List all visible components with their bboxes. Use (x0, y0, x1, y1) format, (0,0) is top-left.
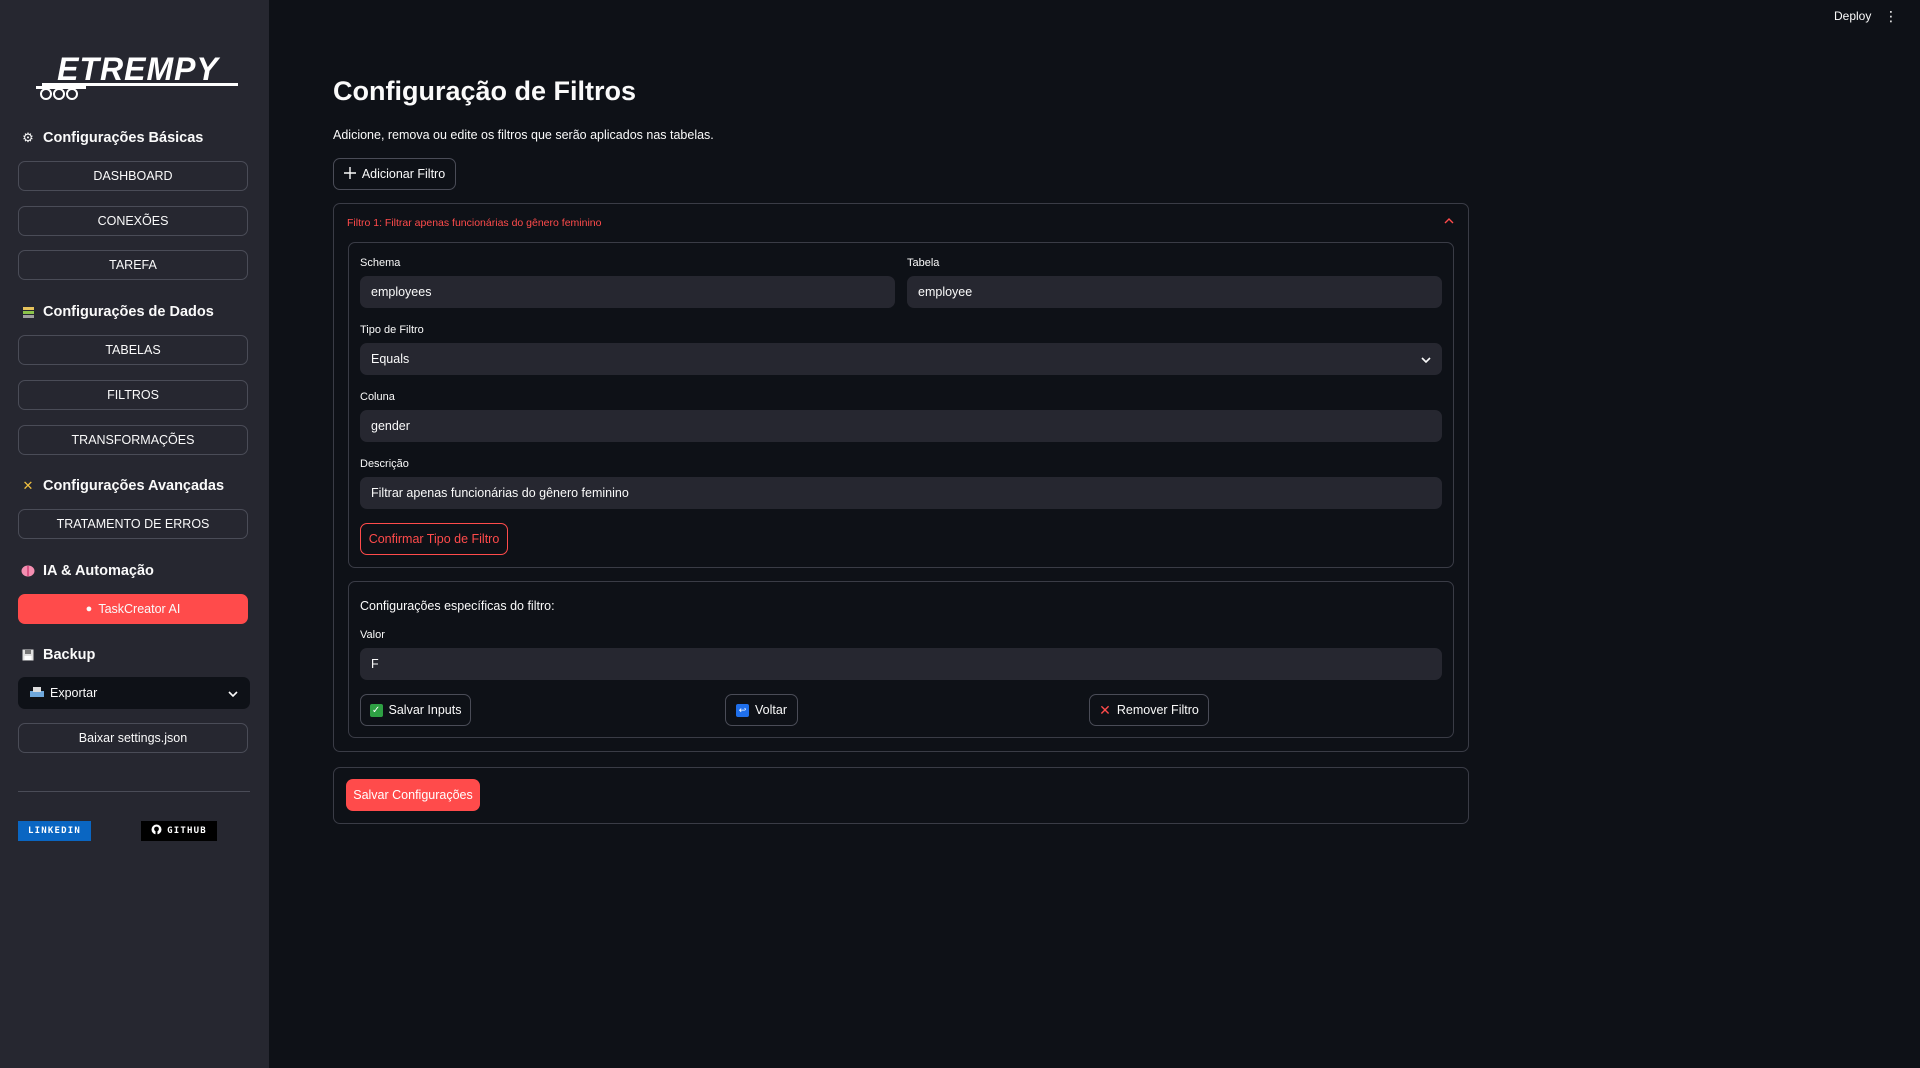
gear-icon: ⚙ (22, 130, 34, 145)
filter-expander-header[interactable]: Filtro 1: Filtrar apenas funcionárias do… (347, 217, 601, 229)
specific-config-title: Configurações específicas do filtro: (360, 599, 555, 613)
brain-icon (20, 563, 36, 579)
robot-icon: ● (85, 603, 93, 615)
sidebar-divider (18, 791, 250, 792)
tratamento-erros-button[interactable]: TRATAMENTO DE ERROS (18, 509, 248, 539)
baixar-settings-button[interactable]: Baixar settings.json (18, 723, 248, 753)
svg-text:ETREMPY: ETREMPY (57, 52, 220, 87)
remover-filtro-button[interactable]: ✕ Remover Filtro (1089, 694, 1209, 726)
export-select[interactable]: Exportar (18, 677, 250, 709)
linkedin-badge[interactable]: LINKEDIN (18, 821, 91, 841)
database-icon (20, 304, 36, 320)
taskcreator-ai-button[interactable]: ● TaskCreator AI (18, 594, 248, 624)
coluna-input[interactable]: gender (360, 410, 1442, 442)
deploy-button[interactable]: Deploy (1834, 9, 1871, 23)
sidebar: ETREMPY ⚙ Configurações Básicas DASHBOAR… (0, 0, 269, 1068)
github-badge[interactable]: GITHUB (141, 821, 217, 841)
kebab-icon[interactable]: ⋮ (1884, 8, 1898, 25)
schema-input[interactable]: employees (360, 276, 895, 308)
salvar-configuracoes-button[interactable]: Salvar Configurações (346, 779, 480, 811)
save-config-box: Salvar Configurações (333, 767, 1469, 824)
tipo-filtro-select[interactable]: Equals (360, 343, 1442, 375)
tabela-input[interactable]: employee (907, 276, 1442, 308)
filtros-button[interactable]: FILTROS (18, 380, 248, 410)
back-arrow-icon: ↩ (736, 703, 750, 717)
chevron-down-icon (1421, 352, 1431, 366)
inbox-icon (30, 686, 44, 700)
filter-form-box: Schema employees Tabela employee Tipo de… (348, 242, 1454, 568)
chevron-down-icon (228, 686, 238, 700)
plus-icon (343, 166, 356, 182)
valor-input[interactable]: F (360, 648, 1442, 680)
floppy-icon (20, 647, 36, 663)
section-ia-automacao: IA & Automação (20, 560, 154, 582)
descricao-label: Descrição (360, 458, 409, 470)
github-icon (151, 824, 162, 838)
section-configuracoes-dados: Configurações de Dados (20, 301, 214, 323)
tipo-filtro-label: Tipo de Filtro (360, 324, 424, 336)
dashboard-button[interactable]: DASHBOARD (18, 161, 248, 191)
voltar-button[interactable]: ↩ Voltar (725, 694, 798, 726)
tarefa-button[interactable]: TAREFA (18, 250, 248, 280)
tabela-label: Tabela (907, 257, 940, 269)
coluna-label: Coluna (360, 391, 395, 403)
page-subtitle: Adicione, remova ou edite os filtros que… (333, 128, 714, 142)
transformacoes-button[interactable]: TRANSFORMAÇÕES (18, 425, 248, 455)
chevron-up-icon[interactable] (1444, 215, 1454, 227)
section-configuracoes-basicas: ⚙ Configurações Básicas (20, 127, 203, 149)
schema-label: Schema (360, 257, 401, 269)
close-icon: ✕ (1099, 701, 1111, 718)
descricao-input[interactable]: Filtrar apenas funcionárias do gênero fe… (360, 477, 1442, 509)
section-configuracoes-avancadas: ✕ Configurações Avançadas (20, 475, 225, 497)
page-title: Configuração de Filtros (333, 76, 637, 106)
add-filter-button[interactable]: Adicionar Filtro (333, 158, 456, 190)
valor-label: Valor (360, 629, 385, 641)
app-logo: ETREMPY (36, 52, 238, 100)
filter-expander: Filtro 1: Filtrar apenas funcionárias do… (333, 203, 1469, 752)
confirmar-tipo-filtro-button[interactable]: Confirmar Tipo de Filtro (360, 523, 508, 555)
filter-specific-box: Configurações específicas do filtro: Val… (348, 581, 1454, 738)
section-backup: Backup (20, 644, 95, 666)
check-icon: ✓ (369, 703, 383, 717)
tools-icon: ✕ (22, 478, 34, 493)
salvar-inputs-button[interactable]: ✓ Salvar Inputs (360, 694, 471, 726)
tabelas-button[interactable]: TABELAS (18, 335, 248, 365)
conexoes-button[interactable]: CONEXÕES (18, 206, 248, 236)
